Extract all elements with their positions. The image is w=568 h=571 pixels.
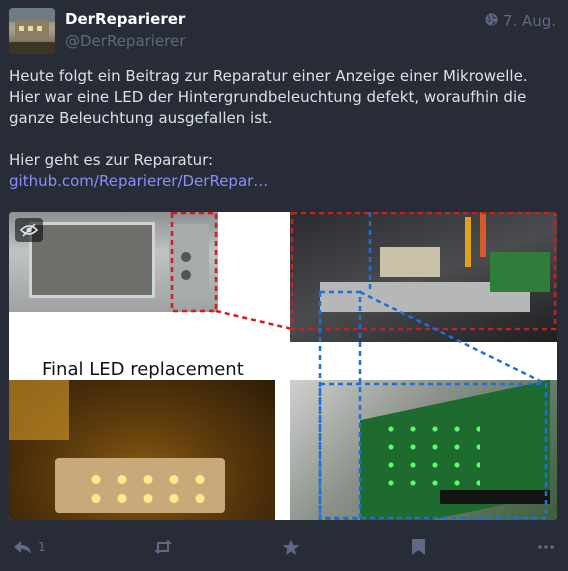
ellipsis-icon — [538, 545, 554, 549]
paragraph-2: Hier geht es zur Reparatur: github.com/R… — [9, 150, 557, 192]
highlight-overlay — [170, 212, 557, 520]
retweet-icon — [154, 540, 172, 554]
status-card: DerReparierer @DerReparierer 7. Aug. Heu… — [0, 0, 568, 571]
globe-icon — [485, 12, 498, 30]
bookmark-icon — [412, 539, 425, 555]
more-button[interactable] — [538, 532, 554, 562]
reply-button[interactable]: 1 — [13, 532, 46, 562]
status-date: 7. Aug. — [502, 12, 556, 30]
favourite-button[interactable] — [282, 532, 300, 562]
star-icon — [282, 539, 300, 555]
display-name[interactable]: DerReparierer — [65, 10, 185, 28]
avatar[interactable] — [9, 8, 55, 54]
toggle-visibility-button[interactable] — [15, 218, 43, 242]
media-gallery[interactable]: Final LED replacement — [9, 212, 557, 520]
bookmark-button[interactable] — [412, 532, 425, 562]
paragraph-2-text: Hier geht es zur Reparatur: — [9, 151, 214, 169]
status-meta[interactable]: 7. Aug. — [485, 12, 556, 30]
action-bar: 1 — [0, 532, 568, 564]
reply-icon — [14, 540, 31, 554]
eye-slash-icon — [20, 223, 38, 237]
reply-count: 1 — [38, 540, 46, 554]
boost-button[interactable] — [153, 532, 173, 562]
status-content: Heute folgt ein Beitrag zur Reparatur ei… — [9, 66, 557, 192]
account-handle[interactable]: @DerReparierer — [65, 32, 185, 50]
repair-link[interactable]: github.com/Reparierer/DerRepar… — [9, 172, 268, 190]
paragraph-1: Heute folgt ein Beitrag zur Reparatur ei… — [9, 67, 528, 127]
